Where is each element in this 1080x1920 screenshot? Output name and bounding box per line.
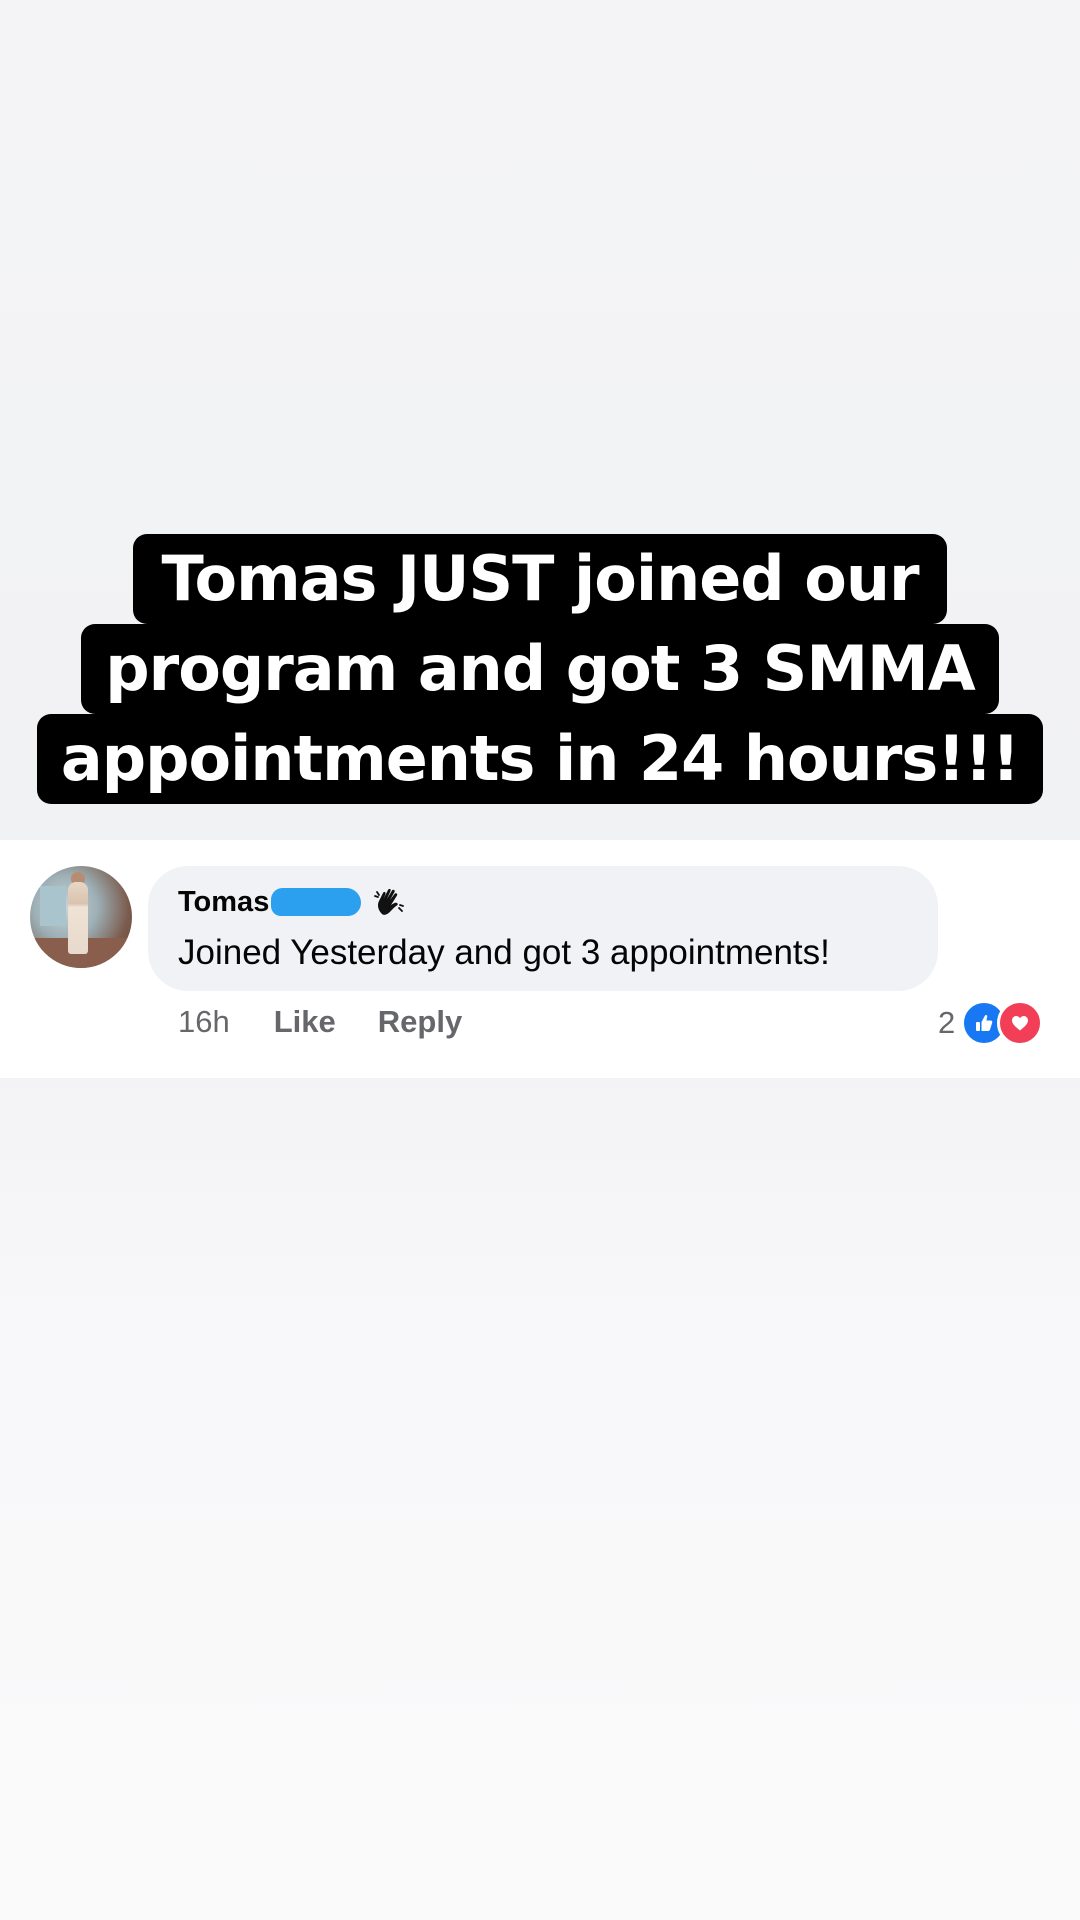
comment-author-name[interactable]: Tomas [178,886,269,919]
reaction-count: 2 [938,1005,956,1040]
thumbs-up-icon [976,1015,993,1031]
like-button[interactable]: Like [274,1004,336,1040]
heart-icon [1012,1016,1029,1031]
love-icon [997,1000,1044,1046]
avatar[interactable] [30,866,132,968]
comment-actions: 16h Like Reply [178,1004,462,1040]
headline-line-1: Tomas JUST joined our [133,534,947,624]
waving-hand-icon [367,884,411,920]
comment-timestamp[interactable]: 16h [178,1004,230,1040]
reply-button[interactable]: Reply [378,1004,462,1040]
comment-author-row: Tomas [178,884,411,920]
redaction-mark [271,888,362,916]
headline-line-3: appointments in 24 hours!!! [36,714,1044,804]
avatar-figure [68,882,88,954]
avatar-window [40,886,66,926]
waving-hand-icon-svg [374,888,405,915]
reaction-summary[interactable]: 2 [938,1000,1044,1046]
headline-line-2: program and got 3 SMMA [81,624,999,714]
comment-bubble: Tomas Joined Yesterday and got 3 appoint… [148,866,938,991]
comment-text: Joined Yesterday and got 3 appointments! [178,933,830,972]
headline-caption: Tomas JUST joined our program and got 3 … [0,534,1080,804]
background-bottom [0,1078,1080,1920]
